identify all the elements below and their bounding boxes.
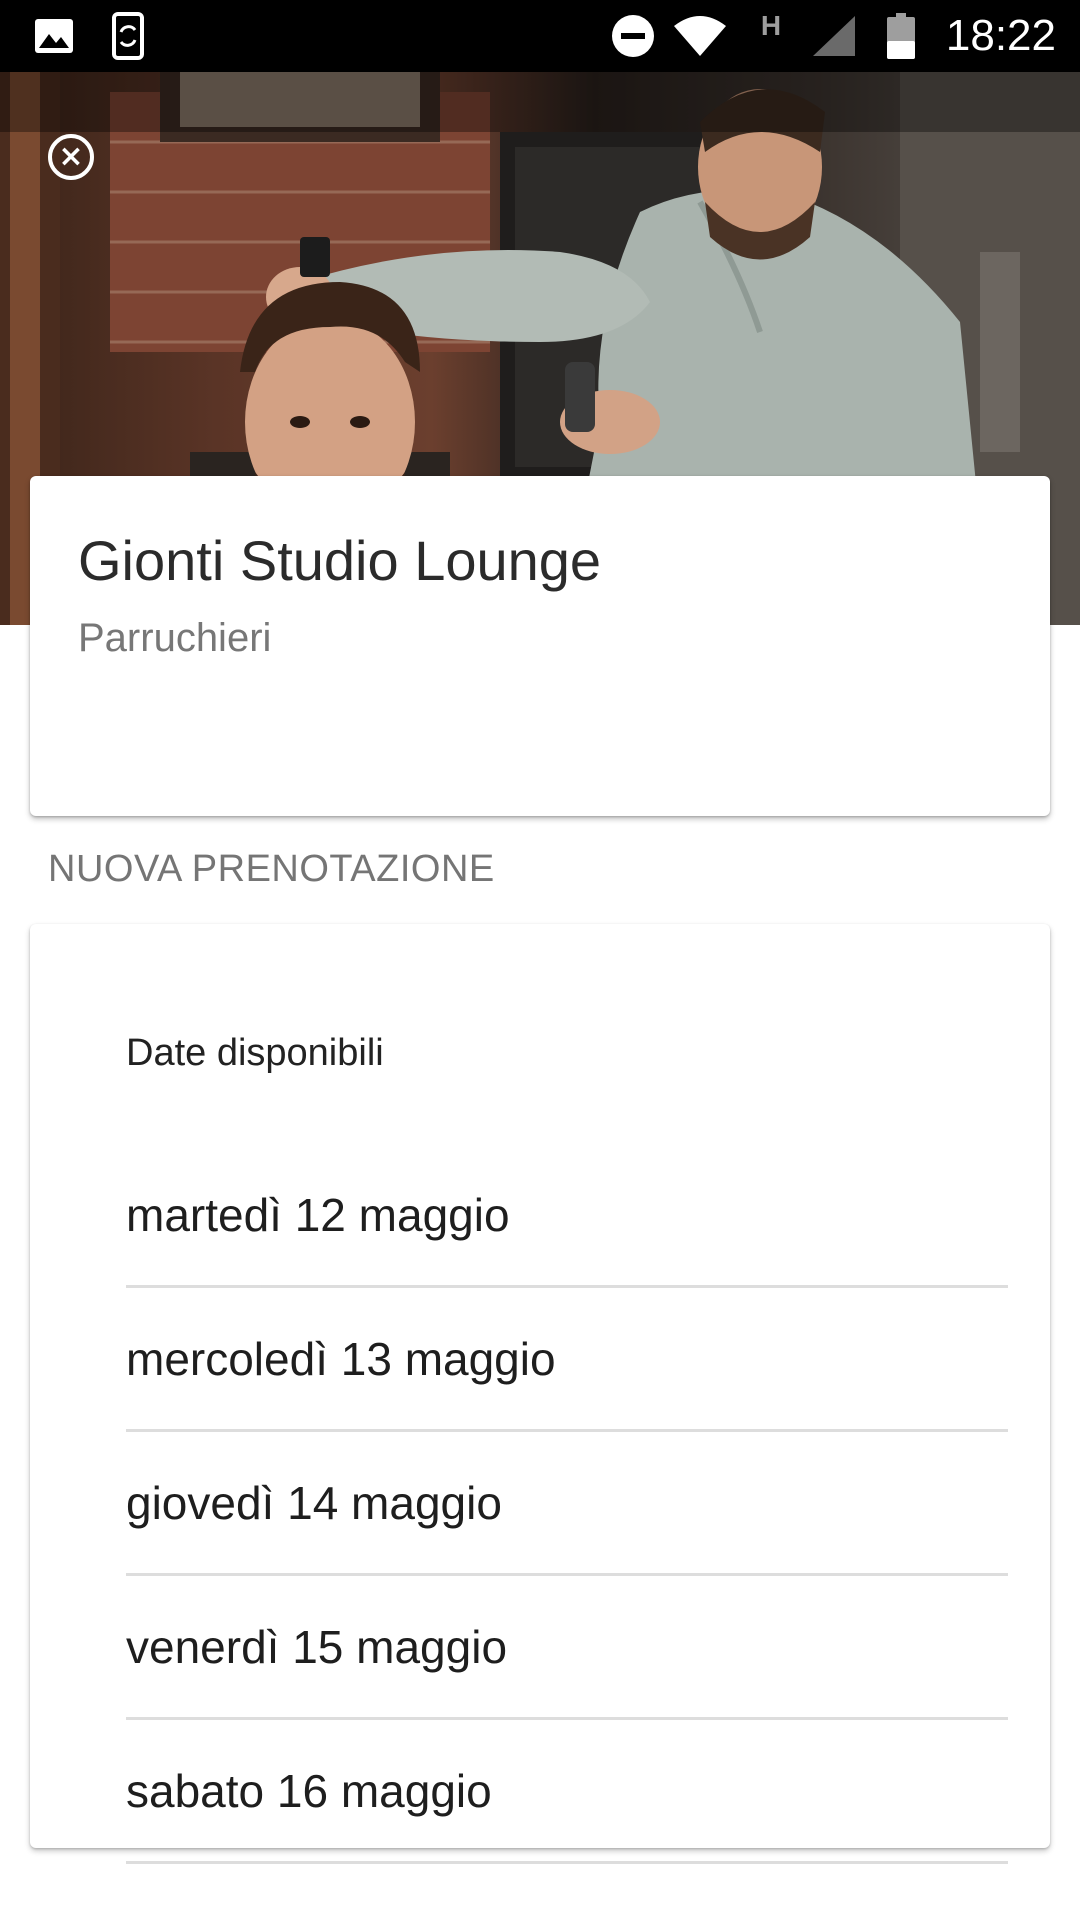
date-item[interactable]: martedì 12 maggio (126, 1144, 1008, 1288)
gallery-icon (32, 0, 76, 72)
section-title: NUOVA PRENOTAZIONE (48, 848, 495, 890)
status-bar: H 18:22 (0, 0, 1080, 72)
battery-icon (886, 0, 916, 72)
date-item[interactable]: giovedì 14 maggio (126, 1432, 1008, 1576)
date-item[interactable]: venerdì 15 maggio (126, 1576, 1008, 1720)
date-item[interactable]: mercoledì 13 maggio (126, 1288, 1008, 1432)
network-type-label: H (760, 10, 782, 41)
close-icon[interactable]: × (48, 134, 94, 180)
available-dates-card: Date disponibili martedì 12 maggio merco… (30, 924, 1050, 1864)
screen: H 18:22 × Gionti Studio Lounge Parruchie… (0, 0, 1080, 1920)
date-item[interactable]: sabato 16 maggio (126, 1720, 1008, 1864)
cellular-signal-icon (810, 0, 858, 72)
dates-label: Date disponibili (126, 1032, 384, 1074)
business-name: Gionti Studio Lounge (78, 529, 602, 592)
dates-list: martedì 12 maggio mercoledì 13 maggio gi… (126, 1144, 1008, 1864)
wifi-icon (672, 0, 728, 72)
screen-rotation-icon (106, 0, 150, 72)
business-category: Parruchieri (78, 616, 272, 660)
do-not-disturb-icon (610, 0, 656, 72)
business-card: Gionti Studio Lounge Parruchieri (30, 476, 1050, 816)
status-time: 18:22 (945, 11, 1056, 60)
